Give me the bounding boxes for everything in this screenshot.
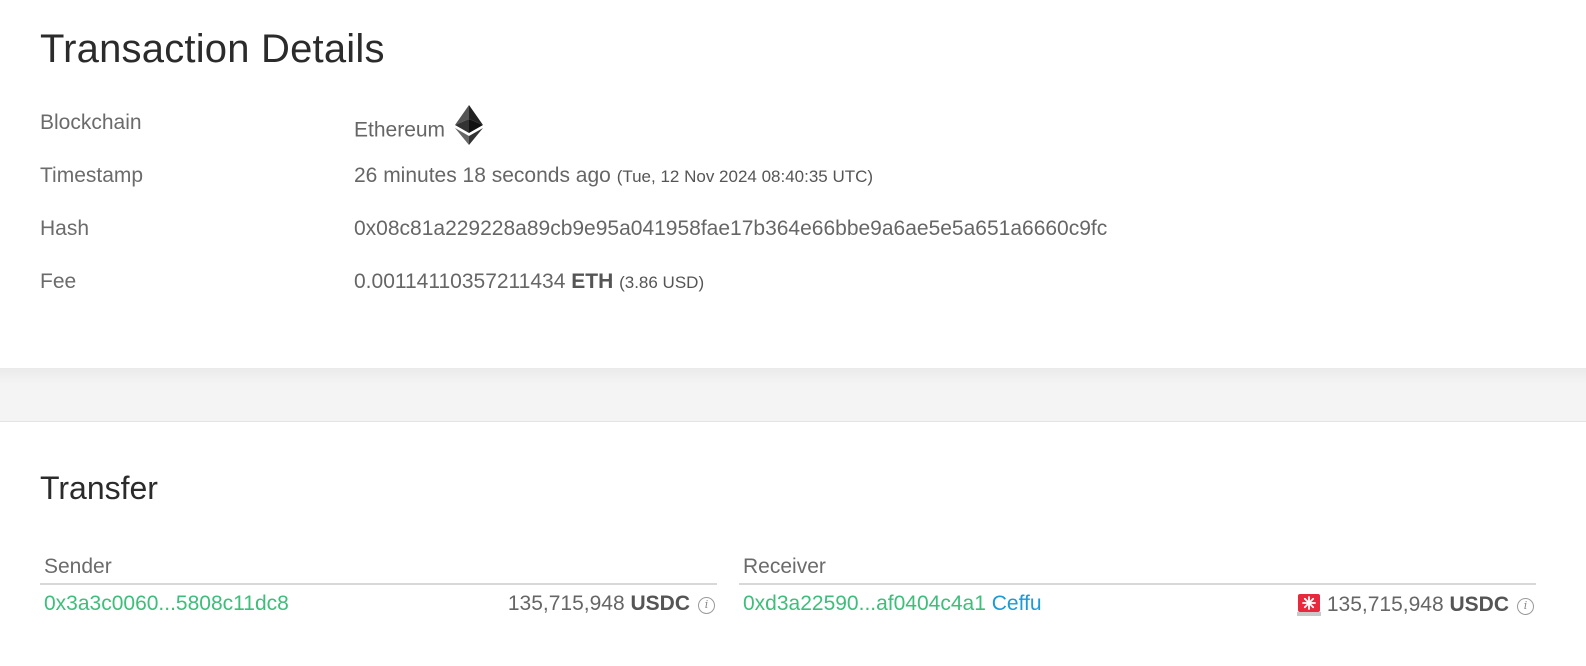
- receiver-amount: 135,715,948 USDC i: [1296, 592, 1534, 617]
- fee-value: 0.00114110357211434 ETH (3.86 USD): [354, 270, 704, 294]
- ethereum-icon: [455, 105, 484, 151]
- sender-row: 0x3a3c0060...5808c11dc8 135,715,948 USDC…: [40, 585, 717, 623]
- info-icon[interactable]: i: [1517, 598, 1534, 615]
- timestamp-relative: 26 minutes 18 seconds ago: [354, 164, 611, 187]
- page-title: Transaction Details: [40, 27, 385, 71]
- receiver-amount-value: 135,715,948: [1326, 593, 1444, 616]
- receiver-entity-tag[interactable]: Ceffu: [992, 592, 1042, 615]
- receiver-amount-unit: USDC: [1449, 593, 1509, 616]
- fee-unit: ETH: [571, 270, 614, 293]
- blockchain-name: Ethereum: [354, 118, 446, 142]
- sender-address-link[interactable]: 0x3a3c0060...5808c11dc8: [44, 592, 289, 616]
- sender-column: Sender 0x3a3c0060...5808c11dc8 135,715,9…: [40, 552, 717, 623]
- receiver-column: Receiver 0xd3a22590...af0404c4a1 Ceffu 1…: [739, 552, 1536, 623]
- fee-label: Fee: [40, 270, 77, 293]
- sender-amount-unit: USDC: [630, 592, 690, 615]
- section-divider: [0, 368, 1586, 422]
- receiver-address: 0xd3a22590...af0404c4a1 Ceffu: [743, 592, 1042, 616]
- fee-usd: (3.86 USD): [619, 273, 705, 292]
- transaction-details-card: Transaction Details Blockchain Ethereum …: [0, 0, 1586, 368]
- hash-link[interactable]: 0x08c81a229228a89cb9e95a041958fae17b364e…: [354, 217, 1107, 241]
- receiver-header: Receiver: [739, 552, 1536, 585]
- blockchain-label: Blockchain: [40, 111, 142, 134]
- receiver-row: 0xd3a22590...af0404c4a1 Ceffu 135,715,94…: [739, 585, 1536, 623]
- hash-label: Hash: [40, 217, 90, 240]
- timestamp-label: Timestamp: [40, 164, 144, 187]
- timestamp-value: 26 minutes 18 seconds ago (Tue, 12 Nov 2…: [354, 164, 873, 188]
- blockchain-value: Ethereum: [354, 105, 484, 151]
- hash-row: Hash 0x08c81a229228a89cb9e95a041958fae17…: [40, 217, 1540, 247]
- receiver-address-link[interactable]: 0xd3a22590...af0404c4a1: [743, 592, 986, 615]
- transfer-card: Transfer Sender 0x3a3c0060...5808c11dc8 …: [0, 422, 1586, 666]
- fee-amount: 0.00114110357211434: [354, 270, 566, 293]
- timestamp-row: Timestamp 26 minutes 18 seconds ago (Tue…: [40, 164, 1540, 194]
- fee-row: Fee 0.00114110357211434 ETH (3.86 USD): [40, 270, 1540, 300]
- transfer-title: Transfer: [40, 470, 158, 506]
- sender-header: Sender: [40, 552, 717, 585]
- timestamp-absolute: (Tue, 12 Nov 2024 08:40:35 UTC): [616, 167, 874, 186]
- siren-alert-icon: [1296, 592, 1321, 616]
- sender-amount-value: 135,715,948: [507, 592, 625, 615]
- sender-amount: 135,715,948 USDC i: [508, 592, 715, 616]
- blockchain-row: Blockchain Ethereum: [40, 105, 1540, 145]
- info-icon[interactable]: i: [698, 597, 715, 614]
